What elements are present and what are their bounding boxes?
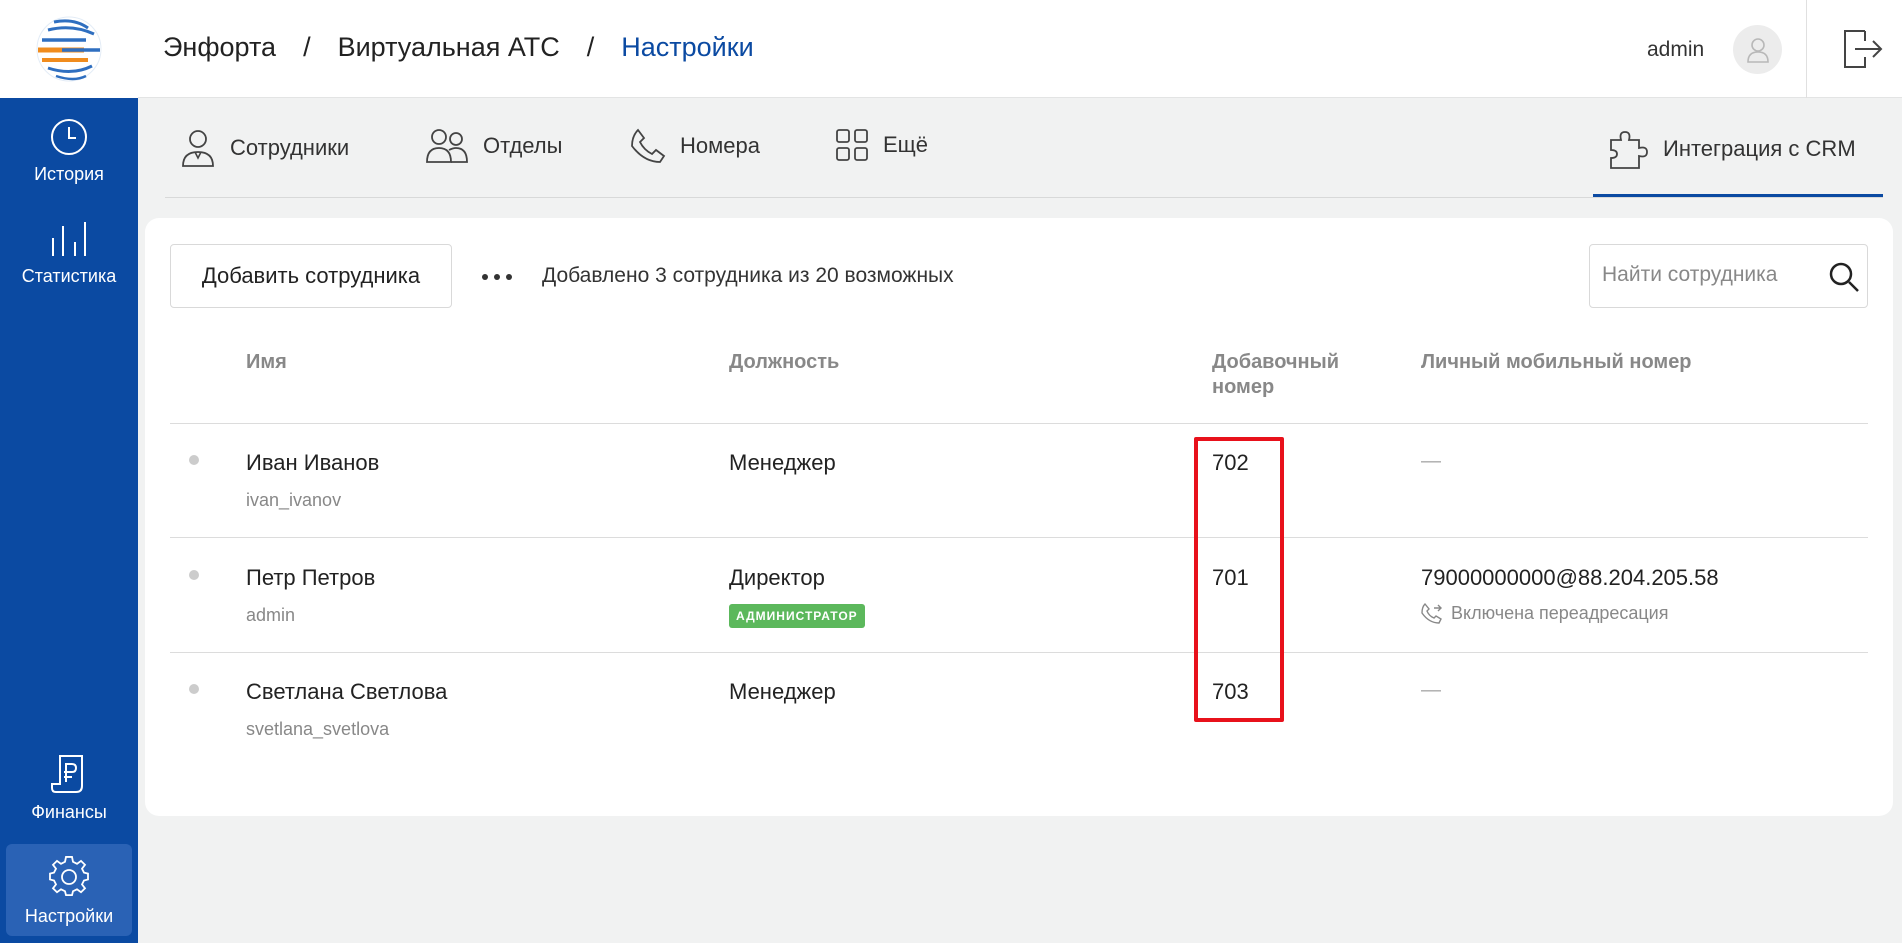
tab-label: Сотрудники: [230, 135, 350, 160]
active-tab-indicator: [1593, 194, 1883, 197]
row-divider: [170, 423, 1868, 424]
header-divider: [1806, 0, 1807, 98]
add-employee-button[interactable]: Добавить сотрудника: [170, 244, 452, 308]
tab-more[interactable]: Ещё: [835, 128, 928, 162]
search-input[interactable]: [1602, 263, 1812, 287]
more-options-icon[interactable]: [482, 274, 512, 280]
forwarding-status: Включена переадресация: [1421, 602, 1668, 624]
column-header-extension-line2: номер: [1212, 376, 1275, 398]
gear-icon: [49, 856, 89, 897]
user-icon: [182, 130, 214, 167]
sidebar-item-label: История: [34, 164, 104, 184]
clock-icon: [51, 119, 87, 155]
employee-position: Директор: [729, 565, 825, 590]
search-box: [1589, 244, 1868, 308]
status-dot: [189, 684, 199, 694]
employee-mobile: 79000000000@88.204.205.58: [1421, 565, 1719, 590]
employee-login: admin: [246, 605, 296, 625]
top-header: Энфорта / Виртуальная АТС / Настройки ad…: [138, 0, 1902, 98]
employee-mobile: —: [1421, 679, 1441, 701]
extension-highlight-frame: [1194, 437, 1284, 722]
tab-crm-integration[interactable]: Интеграция с CRM: [1607, 128, 1856, 170]
admin-badge: АДМИНИСТРАТОР: [729, 604, 865, 628]
sidebar-item-statistics[interactable]: Статистика: [0, 220, 138, 287]
tab-label: Отделы: [483, 133, 563, 158]
ruble-document-icon: [51, 755, 83, 793]
breadcrumb-item[interactable]: Виртуальная АТС: [338, 32, 560, 63]
employee-login: svetlana_svetlova: [246, 719, 390, 739]
bar-chart-icon: [52, 222, 86, 256]
tab-numbers[interactable]: Номера: [630, 128, 760, 164]
column-header-extension-line1: Добавочный: [1212, 351, 1340, 373]
employee-name[interactable]: Петр Петров: [246, 565, 375, 591]
tab-departments[interactable]: Отделы: [425, 128, 562, 164]
sidebar-item-history[interactable]: История: [0, 118, 138, 185]
employees-count-text: Добавлено 3 сотрудника из 20 возможных: [542, 264, 954, 287]
group-icon: [426, 129, 468, 163]
user-avatar-icon: [1746, 37, 1769, 63]
puzzle-icon: [1610, 131, 1648, 169]
row-divider: [170, 652, 1868, 653]
sidebar: История Статистика Финансы Настройки: [0, 0, 138, 943]
row-divider: [170, 537, 1868, 538]
column-header-name[interactable]: Имя: [246, 350, 287, 375]
breadcrumb-separator: /: [303, 32, 311, 62]
employees-card: Добавить сотрудника Добавлено 3 сотрудни…: [145, 218, 1893, 816]
employee-mobile: —: [1421, 450, 1441, 472]
tab-label: Интеграция с CRM: [1663, 136, 1856, 161]
status-dot: [189, 570, 199, 580]
call-forward-icon: [1421, 602, 1442, 624]
tab-employees[interactable]: Сотрудники: [180, 128, 349, 168]
logout-button[interactable]: [1841, 29, 1883, 74]
search-icon[interactable]: [1828, 261, 1860, 293]
employee-name[interactable]: Иван Иванов: [246, 450, 379, 476]
breadcrumb-separator: /: [586, 32, 595, 62]
column-header-extension[interactable]: Добавочный номер: [1212, 350, 1339, 400]
section-tabs: Сотрудники Отделы Номера Ещё Интеграция …: [165, 98, 1883, 198]
grid-icon: [836, 129, 868, 161]
tab-label: Ещё: [883, 132, 929, 157]
status-dot: [189, 455, 199, 465]
column-header-position[interactable]: Должность: [729, 350, 839, 375]
sidebar-item-finance[interactable]: Финансы: [0, 752, 138, 823]
enforta-logo-icon: [36, 16, 102, 82]
phone-icon: [631, 128, 666, 163]
forwarding-label: Включена переадресация: [1451, 602, 1669, 623]
employee-login: ivan_ivanov: [246, 490, 342, 510]
breadcrumb: Энфорта / Виртуальная АТС / Настройки: [163, 32, 754, 63]
sidebar-item-label: Настройки: [24, 906, 114, 926]
employee-name[interactable]: Светлана Светлова: [246, 679, 447, 705]
logo[interactable]: [0, 0, 138, 98]
breadcrumb-current: Настройки: [621, 32, 754, 62]
employee-position: Менеджер: [729, 450, 836, 475]
avatar[interactable]: [1733, 25, 1782, 74]
user-name[interactable]: admin: [1647, 38, 1704, 62]
sidebar-item-label: Финансы: [31, 802, 107, 822]
breadcrumb-item[interactable]: Энфорта: [163, 32, 276, 63]
logout-icon: [1844, 30, 1883, 68]
employee-position: Менеджер: [729, 679, 836, 704]
sidebar-item-settings[interactable]: Настройки: [6, 844, 132, 936]
column-header-mobile[interactable]: Личный мобильный номер: [1421, 350, 1692, 375]
tab-label: Номера: [680, 133, 760, 158]
sidebar-item-label: Статистика: [21, 266, 117, 286]
